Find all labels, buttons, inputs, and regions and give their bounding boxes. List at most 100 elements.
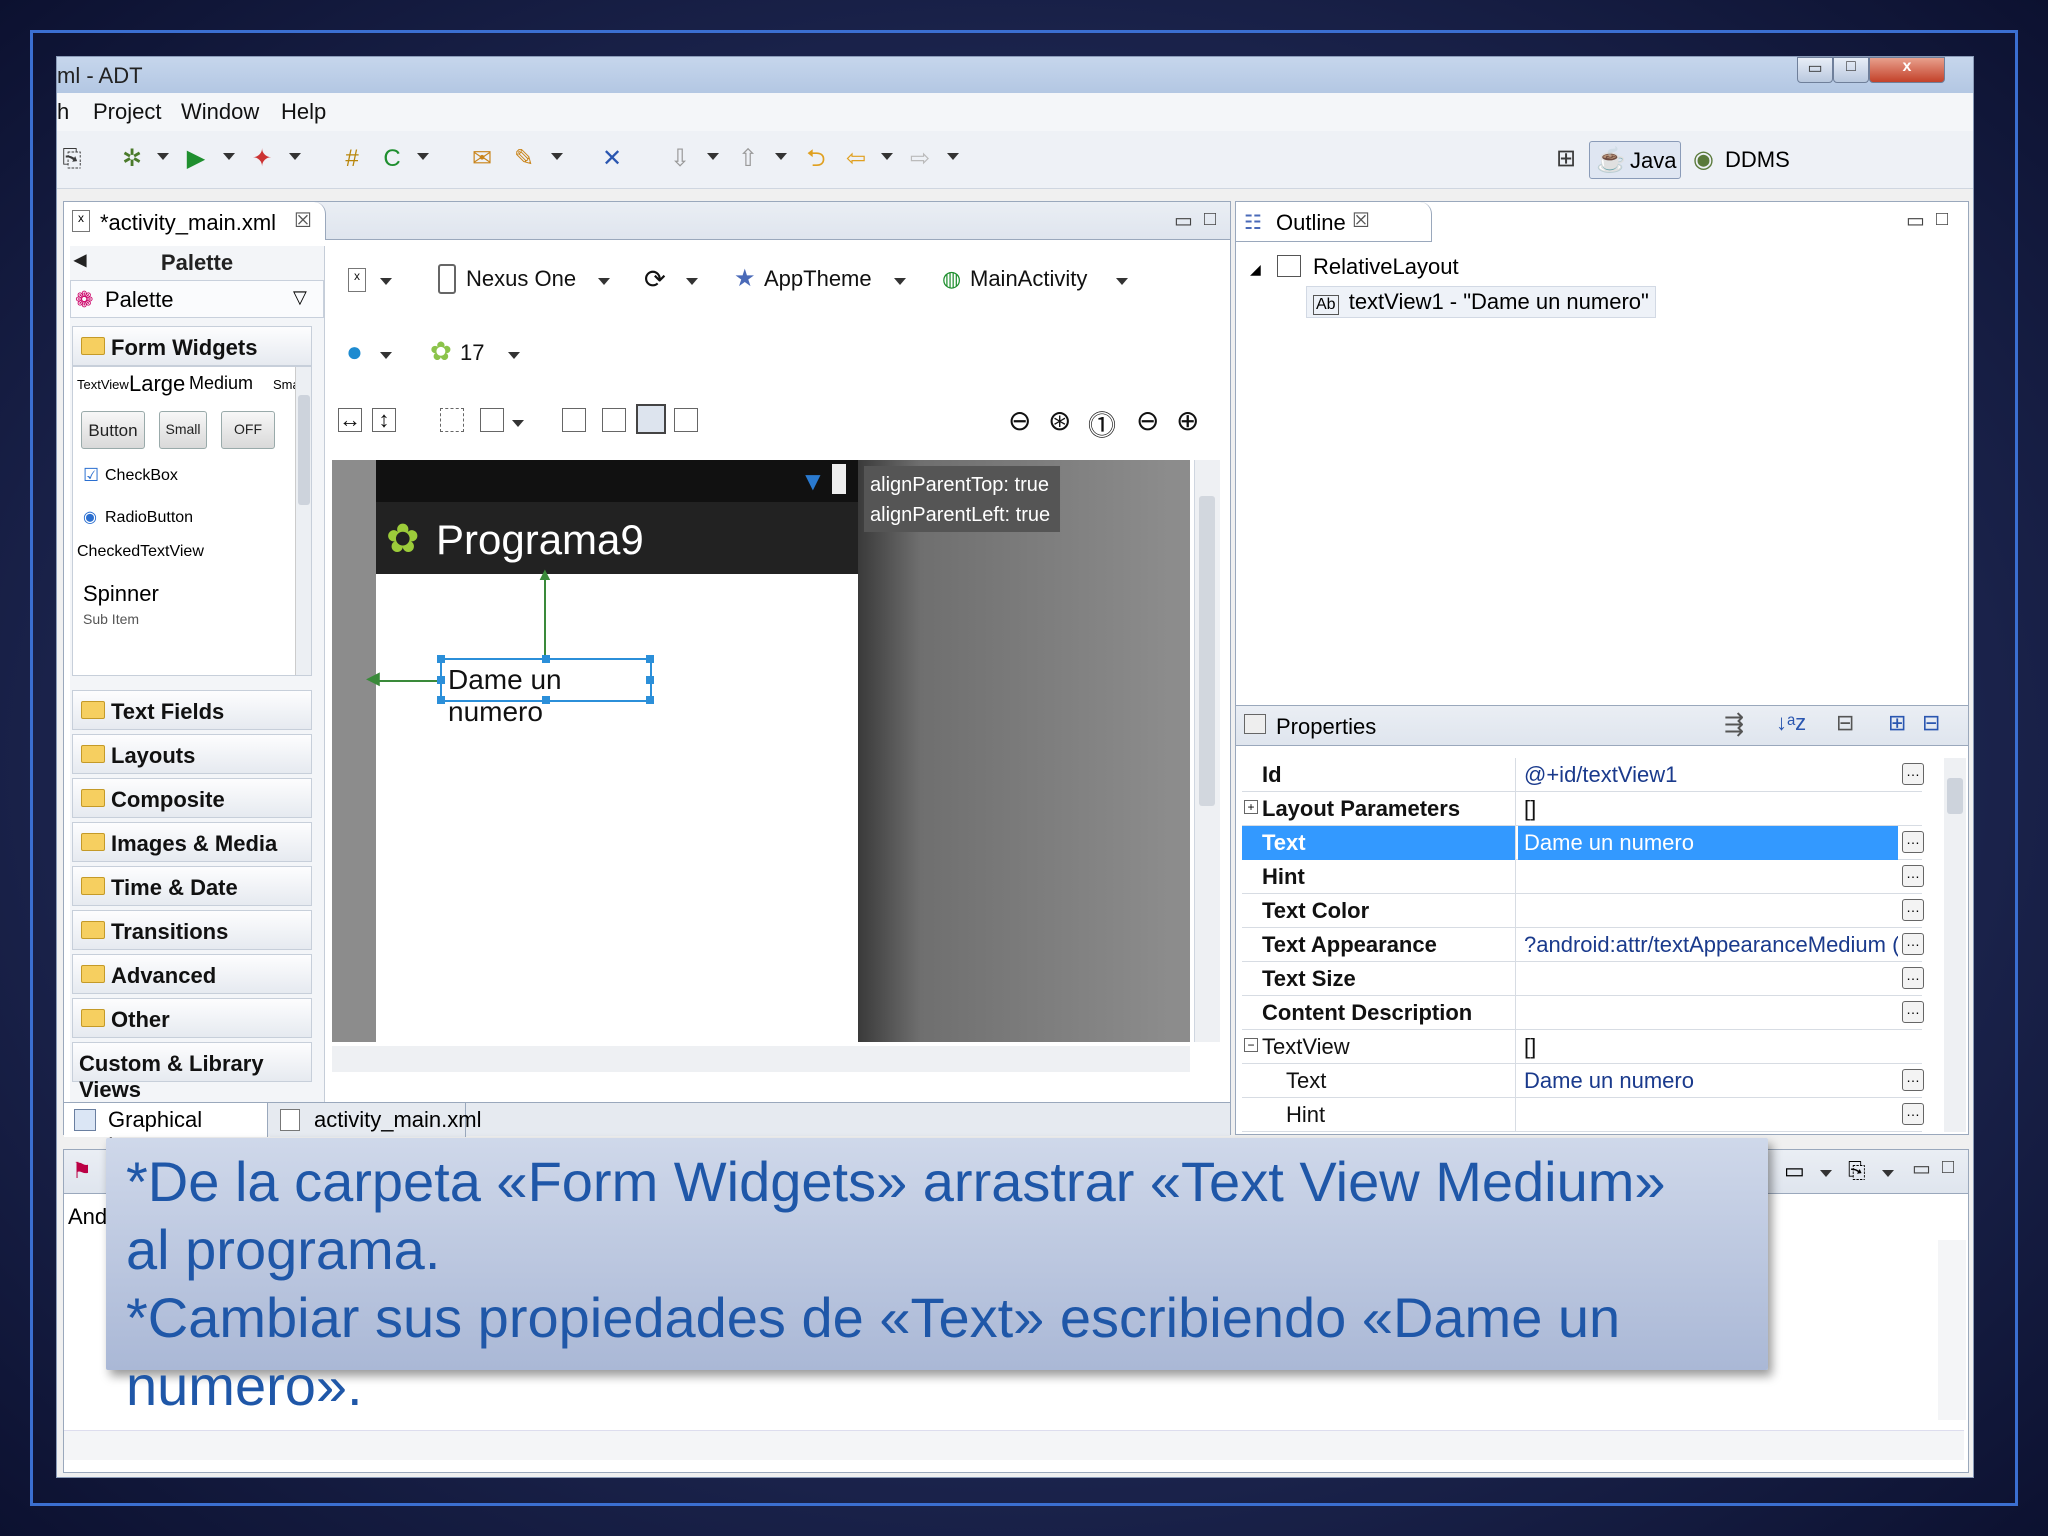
- folder-custom-library-views[interactable]: Custom & Library Views: [72, 1042, 312, 1102]
- property-row-text-selected[interactable]: Text Dame un numero…: [1242, 826, 1924, 860]
- properties-scrollbar[interactable]: [1944, 758, 1966, 1132]
- api-level-selector[interactable]: 17: [460, 340, 484, 366]
- tab-graphical-layout[interactable]: Graphical Layout: [64, 1103, 268, 1158]
- filter-icon[interactable]: ⊟: [1836, 710, 1854, 736]
- palette-small-button[interactable]: Small: [159, 411, 207, 449]
- palette-spinner[interactable]: Spinner: [83, 581, 159, 607]
- prev-annotation-dropdown[interactable]: [775, 153, 787, 160]
- rotate-dropdown[interactable]: [686, 278, 698, 285]
- property-row-textview-hint[interactable]: Hint…: [1242, 1098, 1924, 1132]
- zoom-100-icon[interactable]: ⓵: [1088, 404, 1116, 444]
- outline-minimize-icon[interactable]: ▭: [1906, 208, 1925, 233]
- debug-dropdown[interactable]: [157, 153, 169, 160]
- align-baseline-icon[interactable]: [562, 408, 586, 432]
- editor-minimize-icon[interactable]: ▭: [1174, 208, 1193, 233]
- property-row-text-size[interactable]: Text Size…: [1242, 962, 1924, 996]
- folder-composite[interactable]: Composite: [72, 778, 312, 818]
- back-icon[interactable]: ⇦: [841, 144, 871, 174]
- resize-handle[interactable]: [542, 696, 550, 704]
- palette-checkbox[interactable]: CheckBox: [105, 467, 178, 485]
- new-class-dropdown[interactable]: [417, 153, 429, 160]
- close-tab-icon[interactable]: ☒: [294, 208, 312, 233]
- forward-icon[interactable]: ⇨: [905, 144, 935, 174]
- property-value[interactable]: Dame un numero: [1518, 826, 1898, 860]
- property-value[interactable]: ?android:attr/textAppearanceMedium (...: [1518, 928, 1898, 962]
- display-selected-console-icon[interactable]: ▭: [1784, 1158, 1805, 1184]
- zoom-fit-icon[interactable]: ⊛: [1048, 404, 1071, 437]
- close-outline-icon[interactable]: ☒: [1352, 208, 1370, 233]
- menu-window[interactable]: Window: [181, 99, 259, 125]
- property-value[interactable]: [1518, 1098, 1898, 1132]
- properties-tab[interactable]: Properties ⇶ ↓ᵃz ⊟ ⊞ ⊟: [1236, 706, 1968, 746]
- new-class-icon[interactable]: C: [377, 144, 407, 174]
- property-row-textview-group[interactable]: − TextView[]: [1242, 1030, 1922, 1064]
- palette-checkedtextview[interactable]: CheckedTextView: [77, 543, 204, 561]
- property-row-textview-text[interactable]: Text Dame un numero…: [1242, 1064, 1924, 1098]
- last-edit-icon[interactable]: ⮌: [801, 144, 831, 174]
- palette-selector[interactable]: ❁ Palette ▽: [70, 280, 324, 318]
- console-maximize-icon[interactable]: □: [1942, 1156, 1954, 1179]
- resize-handle[interactable]: [437, 676, 445, 684]
- locale-dropdown[interactable]: [380, 352, 392, 359]
- folder-advanced[interactable]: Advanced: [72, 954, 312, 994]
- property-value[interactable]: []: [1518, 792, 1898, 826]
- textview-large[interactable]: Large: [129, 371, 185, 397]
- sort-alphabetical-icon[interactable]: ↓ᵃz: [1776, 710, 1806, 736]
- more-button[interactable]: …: [1902, 763, 1924, 785]
- palette-button[interactable]: Button: [81, 411, 145, 449]
- console-icon[interactable]: ⚑: [72, 1158, 92, 1184]
- zoom-real-size-icon[interactable]: ⊖: [1008, 404, 1031, 437]
- center-icon[interactable]: [602, 408, 626, 432]
- open-type-icon[interactable]: ✉: [467, 144, 497, 174]
- outline-tree-root[interactable]: ◢ RelativeLayout: [1250, 254, 1459, 280]
- rotate-icon[interactable]: ⟳: [644, 264, 666, 295]
- layout-distribute-icon[interactable]: [674, 408, 698, 432]
- textview-medium[interactable]: Medium: [189, 373, 253, 394]
- property-value[interactable]: [1518, 894, 1898, 928]
- locale-globe-icon[interactable]: ●: [346, 336, 363, 368]
- fill-width-icon[interactable]: ↔: [338, 408, 362, 432]
- canvas-vscroll-thumb[interactable]: [1199, 496, 1215, 806]
- theme-dropdown[interactable]: [894, 278, 906, 285]
- zoom-out-icon[interactable]: ⊖: [1136, 404, 1159, 437]
- palette-toggle-button[interactable]: OFF: [221, 411, 275, 449]
- skip-breakpoints-icon[interactable]: ✕: [597, 144, 627, 174]
- search-dropdown[interactable]: [551, 153, 563, 160]
- palette-scroll-thumb[interactable]: [298, 395, 310, 505]
- more-button[interactable]: …: [1902, 933, 1924, 955]
- property-row-content-description[interactable]: Content Description…: [1242, 996, 1924, 1030]
- more-button[interactable]: …: [1902, 1103, 1924, 1125]
- console-minimize-icon[interactable]: ▭: [1912, 1156, 1931, 1181]
- property-value[interactable]: [1518, 962, 1898, 996]
- more-button[interactable]: …: [1902, 1069, 1924, 1091]
- new-icon[interactable]: ⎘: [57, 144, 87, 174]
- folder-text-fields[interactable]: Text Fields: [72, 690, 312, 730]
- expand-all-icon[interactable]: ⊞: [1888, 710, 1906, 736]
- canvas-horizontal-scrollbar[interactable]: [332, 1046, 1190, 1072]
- property-row-id[interactable]: Id @+id/textView1…: [1242, 758, 1924, 792]
- property-row-hint[interactable]: Hint…: [1242, 860, 1924, 894]
- device-selector[interactable]: Nexus One: [466, 266, 576, 292]
- chevron-down-icon[interactable]: ▽: [293, 287, 307, 308]
- outline-tab[interactable]: ☷ Outline ☒: [1236, 202, 1432, 242]
- property-value[interactable]: []: [1518, 1030, 1898, 1064]
- folder-other[interactable]: Other: [72, 998, 312, 1038]
- menu-project[interactable]: Project: [93, 99, 161, 125]
- property-row-text-appearance[interactable]: Text Appearance ?android:attr/textAppeara…: [1242, 928, 1924, 962]
- textview-small-label[interactable]: TextView: [77, 377, 129, 392]
- resize-handle[interactable]: [646, 696, 654, 704]
- open-perspective-icon[interactable]: ⊞: [1551, 144, 1581, 174]
- property-value[interactable]: [1518, 860, 1898, 894]
- config-dropdown[interactable]: [380, 278, 392, 285]
- search-icon[interactable]: ✎: [509, 144, 539, 174]
- maximize-button[interactable]: □: [1833, 57, 1869, 83]
- next-annotation-dropdown[interactable]: [707, 153, 719, 160]
- folder-transitions[interactable]: Transitions: [72, 910, 312, 950]
- resize-handle[interactable]: [542, 655, 550, 663]
- fill-height-icon[interactable]: ↕: [372, 408, 396, 432]
- folder-layouts[interactable]: Layouts: [72, 734, 312, 774]
- property-row-layout-parameters[interactable]: + Layout Parameters[]: [1242, 792, 1922, 826]
- folder-images-media[interactable]: Images & Media: [72, 822, 312, 862]
- more-button[interactable]: …: [1902, 865, 1924, 887]
- gravity-dropdown[interactable]: [512, 420, 524, 427]
